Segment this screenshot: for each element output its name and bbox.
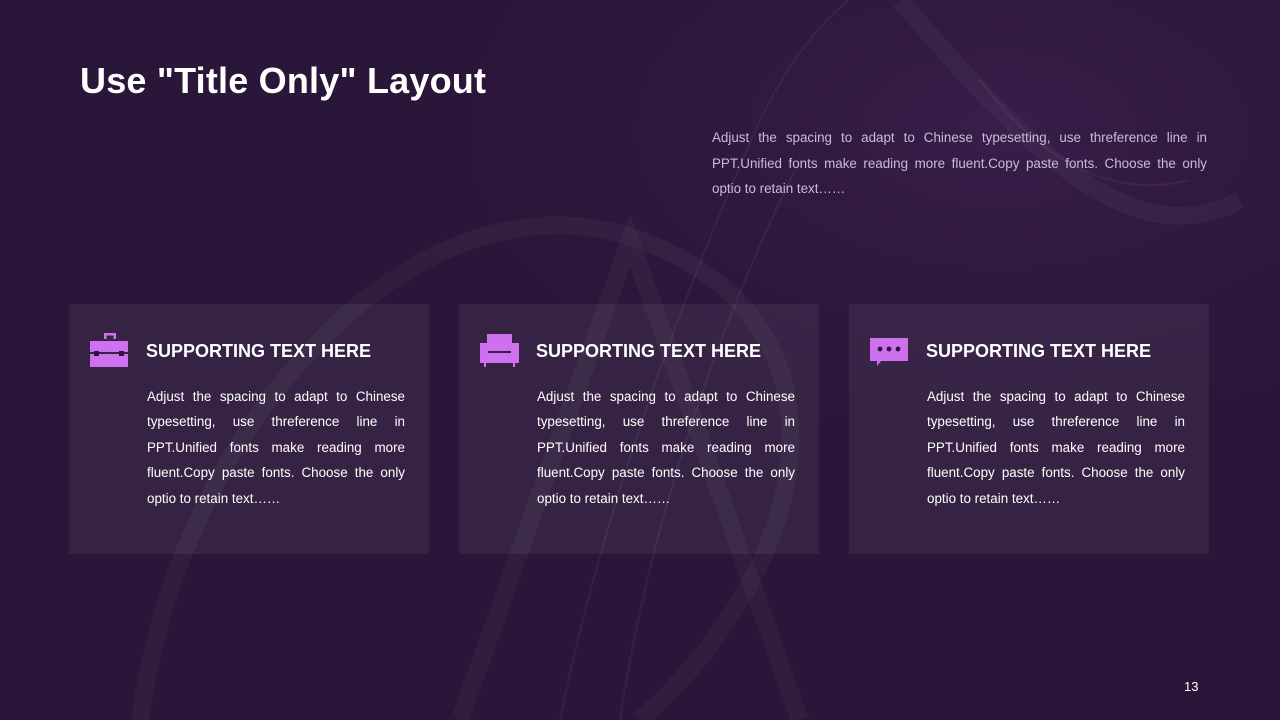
card-title: SUPPORTING TEXT HERE (536, 341, 762, 361)
feature-card-1: SUPPORTING TEXT HERE Adjust the spacing … (69, 304, 429, 554)
intro-paragraph: Adjust the spacing to adapt to Chinese t… (712, 130, 1207, 196)
chat-bubble-icon (869, 332, 911, 370)
card-title: SUPPORTING TEXT HERE (146, 341, 372, 361)
card-title: SUPPORTING TEXT HERE (926, 341, 1152, 361)
card-text: Adjust the spacing to adapt to Chinese t… (537, 389, 795, 506)
card-text: Adjust the spacing to adapt to Chinese t… (927, 389, 1185, 506)
page-number: 13 (1184, 679, 1199, 694)
slide-title: Use "Title Only" Layout (80, 60, 487, 101)
feature-card-2: SUPPORTING TEXT HERE Adjust the spacing … (459, 304, 819, 554)
toolbox-icon (89, 332, 131, 370)
feature-card-3: SUPPORTING TEXT HERE Adjust the spacing … (849, 304, 1209, 554)
card-text: Adjust the spacing to adapt to Chinese t… (147, 389, 405, 506)
armchair-icon (479, 332, 521, 370)
